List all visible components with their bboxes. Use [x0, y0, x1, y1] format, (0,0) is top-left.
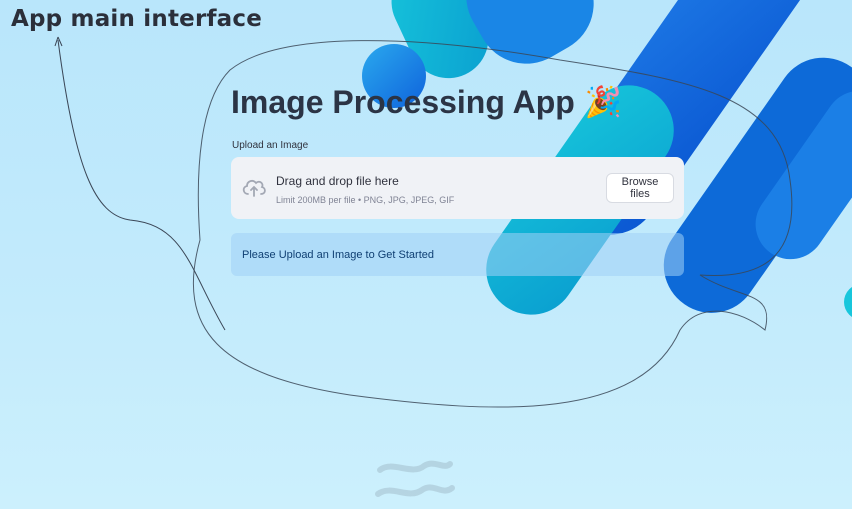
- page-title-text: Image Processing App: [231, 84, 575, 120]
- watermark-logo: [375, 460, 455, 497]
- dropzone-limit: Limit 200MB per file • PNG, JPG, JPEG, G…: [276, 195, 455, 205]
- dropzone-title: Drag and drop file here: [276, 174, 399, 188]
- info-message: Please Upload an Image to Get Started: [242, 249, 435, 261]
- cloud-upload-icon: [242, 179, 266, 197]
- party-popper-icon: 🎉: [584, 85, 623, 120]
- annotation-arrow: [57, 39, 226, 331]
- page-title: Image Processing App 🎉: [231, 84, 622, 121]
- decor-edge-dot: [844, 287, 852, 317]
- annotation-title: App main interface: [11, 6, 263, 32]
- upload-label: Upload an Image: [232, 140, 309, 151]
- info-alert: Please Upload an Image to Get Started: [231, 233, 684, 276]
- browse-files-button[interactable]: Browse files: [606, 173, 674, 203]
- file-dropzone[interactable]: Drag and drop file here Limit 200MB per …: [231, 157, 684, 219]
